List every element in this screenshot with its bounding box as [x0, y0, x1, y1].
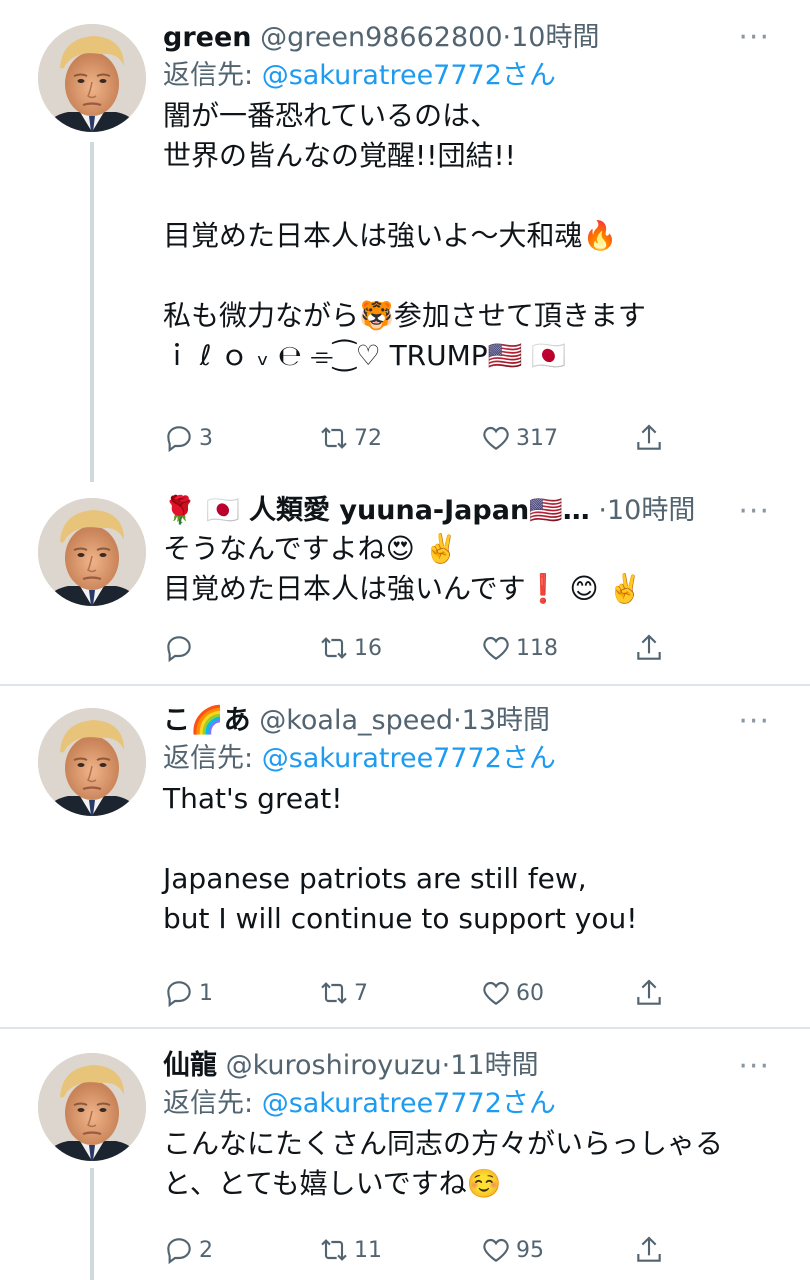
tweet[interactable]: green @green98662800·10時間 返信先: @sakuratr…	[0, 0, 810, 480]
tweet[interactable]: 🌹 🇯🇵 人類愛 yuuna-Japan🇺🇸… ·10時間 そうなんですよね😍 …	[0, 480, 810, 685]
user-handle[interactable]: @green98662800	[260, 22, 502, 53]
action-bar: 16 118	[163, 631, 683, 665]
tweet-header: 仙龍 @kuroshiroyuzu·11時間	[163, 1050, 539, 1081]
avatar[interactable]	[38, 498, 146, 606]
share-icon	[637, 634, 661, 660]
retweet-icon	[321, 1239, 347, 1261]
like-icon	[483, 426, 509, 450]
like-button[interactable]: 118	[480, 631, 558, 665]
timestamp[interactable]: 13時間	[462, 705, 550, 736]
retweet-icon	[321, 427, 347, 449]
timestamp[interactable]: 11時間	[450, 1050, 538, 1081]
tweet-text: That's great! Japanese patriots are stil…	[163, 782, 638, 935]
display-name[interactable]: green	[163, 22, 252, 53]
like-button[interactable]: 95	[480, 1233, 544, 1267]
tweet-header: green @green98662800·10時間	[163, 22, 600, 53]
reply-button[interactable]: 3	[163, 421, 213, 455]
tweet-text: そうなんですよね😍 ✌️ 目覚めた日本人は強いんです❗ 😊 ✌️	[163, 532, 643, 605]
share-button[interactable]	[633, 421, 665, 455]
retweet-icon	[321, 982, 347, 1004]
tweet-text: こんなにたくさん同志の方々がいらっしゃる と、とても嬉しいですね☺️	[163, 1127, 724, 1200]
user-handle[interactable]: @koala_speed	[259, 705, 453, 736]
more-icon[interactable]: ···	[738, 23, 770, 53]
tweet-text: 闇が一番恐れているのは、 世界の皆んなの覚醒!!団結!! 目覚めた日本人は強いよ…	[163, 99, 646, 372]
replying-to: 返信先: @sakuratree7772さん	[163, 743, 556, 774]
tweet-header: こ🌈あ @koala_speed·13時間	[163, 705, 551, 736]
tweet-header: 🌹 🇯🇵 人類愛 yuuna-Japan🇺🇸… ·10時間	[163, 495, 696, 526]
share-icon	[637, 424, 661, 450]
retweet-button[interactable]: 11	[318, 1233, 382, 1267]
reply-icon	[167, 426, 191, 453]
reply-icon	[167, 981, 191, 1008]
replying-to: 返信先: @sakuratree7772さん	[163, 1088, 556, 1119]
display-name[interactable]: 🌹 🇯🇵 人類愛 yuuna-Japan🇺🇸…	[163, 495, 590, 526]
avatar[interactable]	[38, 1053, 146, 1161]
display-name[interactable]: こ🌈あ	[163, 705, 251, 736]
action-bar: 1 7 60	[163, 976, 683, 1010]
share-button[interactable]	[633, 1233, 665, 1267]
reply-button[interactable]: 1	[163, 976, 213, 1010]
action-bar: 2 11 95	[163, 1233, 683, 1267]
avatar[interactable]	[38, 708, 146, 816]
share-icon	[637, 979, 661, 1005]
tweet[interactable]: 仙龍 @kuroshiroyuzu·11時間 返信先: @sakuratree7…	[0, 1029, 810, 1280]
display-name[interactable]: 仙龍	[163, 1050, 217, 1081]
reply-button[interactable]: 2	[163, 1233, 213, 1267]
tweet[interactable]: こ🌈あ @koala_speed·13時間 返信先: @sakuratree77…	[0, 686, 810, 1028]
retweet-button[interactable]: 72	[318, 421, 382, 455]
mention-link[interactable]: @sakuratree7772さん	[262, 1088, 556, 1119]
like-button[interactable]: 60	[480, 976, 544, 1010]
reply-button[interactable]	[163, 631, 199, 665]
timestamp[interactable]: 10時間	[511, 22, 599, 53]
share-button[interactable]	[633, 631, 665, 665]
reply-icon	[167, 636, 191, 663]
more-icon[interactable]: ···	[738, 707, 770, 737]
retweet-button[interactable]: 16	[318, 631, 382, 665]
action-bar: 3 72 317	[163, 421, 683, 455]
replying-to: 返信先: @sakuratree7772さん	[163, 60, 556, 91]
timestamp[interactable]: 10時間	[607, 495, 695, 526]
retweet-button[interactable]: 7	[318, 976, 368, 1010]
like-button[interactable]: 317	[480, 421, 558, 455]
share-button[interactable]	[633, 976, 665, 1010]
more-icon[interactable]: ···	[738, 1052, 770, 1082]
like-icon	[483, 1238, 509, 1262]
more-icon[interactable]: ···	[738, 497, 770, 527]
mention-link[interactable]: @sakuratree7772さん	[262, 743, 556, 774]
like-icon	[483, 981, 509, 1005]
share-icon	[637, 1236, 661, 1262]
reply-icon	[167, 1238, 191, 1265]
user-handle[interactable]: @kuroshiroyuzu	[226, 1050, 442, 1081]
mention-link[interactable]: @sakuratree7772さん	[262, 60, 556, 91]
retweet-icon	[321, 637, 347, 659]
avatar[interactable]	[38, 24, 146, 132]
like-icon	[483, 636, 509, 660]
